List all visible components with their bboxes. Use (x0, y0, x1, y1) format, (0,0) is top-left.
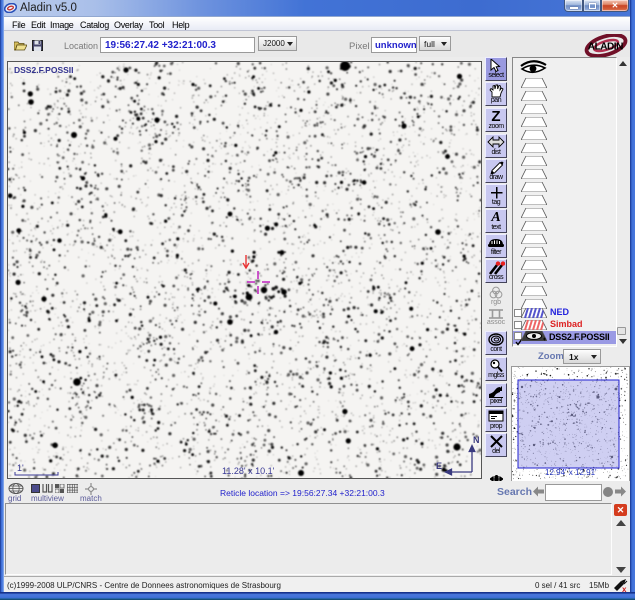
svg-text:ALADIN: ALADIN (588, 41, 623, 52)
svg-text:E: E (436, 461, 442, 471)
svg-text:1': 1' (17, 463, 24, 473)
svg-text:DSS2.F.POSSII: DSS2.F.POSSII (14, 65, 74, 75)
svg-text:N: N (473, 435, 480, 445)
svg-text:11.28' x 10.1': 11.28' x 10.1' (222, 466, 275, 476)
